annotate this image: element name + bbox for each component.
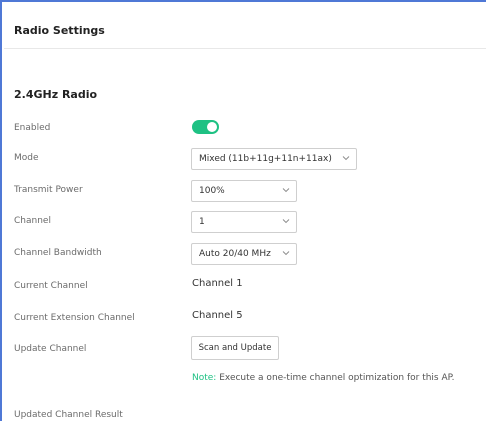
chevron-down-icon [282,188,290,193]
toggle-knob [207,122,217,132]
update-channel-label: Update Channel [14,344,87,354]
mode-select-value: Mixed (11b+11g+11n+11ax) [199,154,332,164]
channel-bandwidth-select[interactable]: Auto 20/40 MHz [191,243,297,265]
current-extension-channel-label: Current Extension Channel [14,313,135,323]
chevron-down-icon [282,219,290,224]
channel-select[interactable]: 1 [191,211,297,233]
scan-and-update-button-label: Scan and Update [198,343,272,353]
channel-label: Channel [14,216,51,226]
current-extension-channel-value: Channel 5 [192,310,243,321]
panel-title: Radio Settings [14,24,105,37]
radio-settings-panel: Radio Settings 2.4GHz Radio Enabled Mode… [0,0,486,421]
note-text: Execute a one-time channel optimization … [216,373,455,383]
scan-and-update-button[interactable]: Scan and Update [191,336,279,360]
enabled-toggle[interactable] [192,120,219,134]
mode-select[interactable]: Mixed (11b+11g+11n+11ax) [191,148,357,170]
transmit-power-label: Transmit Power [14,185,83,195]
channel-bandwidth-label: Channel Bandwidth [14,248,102,258]
transmit-power-select-value: 100% [199,186,225,196]
enabled-label: Enabled [14,123,51,133]
mode-label: Mode [14,153,39,163]
channel-select-value: 1 [199,217,205,227]
section-title: 2.4GHz Radio [14,88,98,101]
channel-note: Note: Execute a one-time channel optimiz… [192,373,455,383]
updated-channel-result-label: Updated Channel Result [14,410,123,420]
chevron-down-icon [342,156,350,161]
current-channel-value: Channel 1 [192,278,243,289]
note-prefix: Note: [192,373,217,383]
chevron-down-icon [282,251,290,256]
transmit-power-select[interactable]: 100% [191,180,297,202]
panel-header: Radio Settings [4,4,486,49]
current-channel-label: Current Channel [14,281,88,291]
channel-bandwidth-select-value: Auto 20/40 MHz [199,249,271,259]
